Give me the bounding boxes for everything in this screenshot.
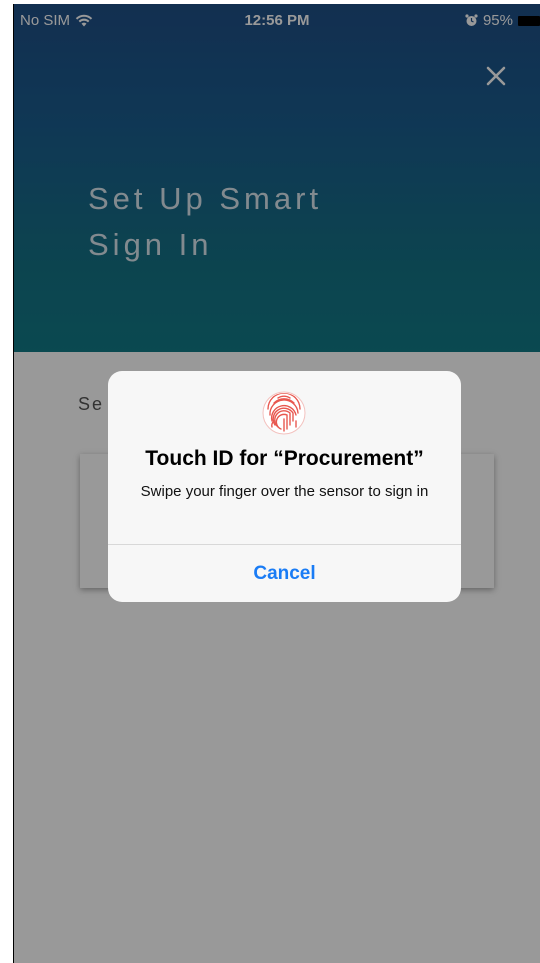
fingerprint-icon <box>262 391 306 435</box>
cancel-button[interactable]: Cancel <box>108 545 461 602</box>
phone-screen: No SIM 12:56 PM 95% Set Up Smart Sign In… <box>14 4 540 963</box>
alert-title: Touch ID for “Procurement” <box>145 447 424 470</box>
touch-id-alert: Touch ID for “Procurement” Swipe your fi… <box>108 371 461 602</box>
alert-message: Swipe your finger over the sensor to sig… <box>140 483 429 500</box>
